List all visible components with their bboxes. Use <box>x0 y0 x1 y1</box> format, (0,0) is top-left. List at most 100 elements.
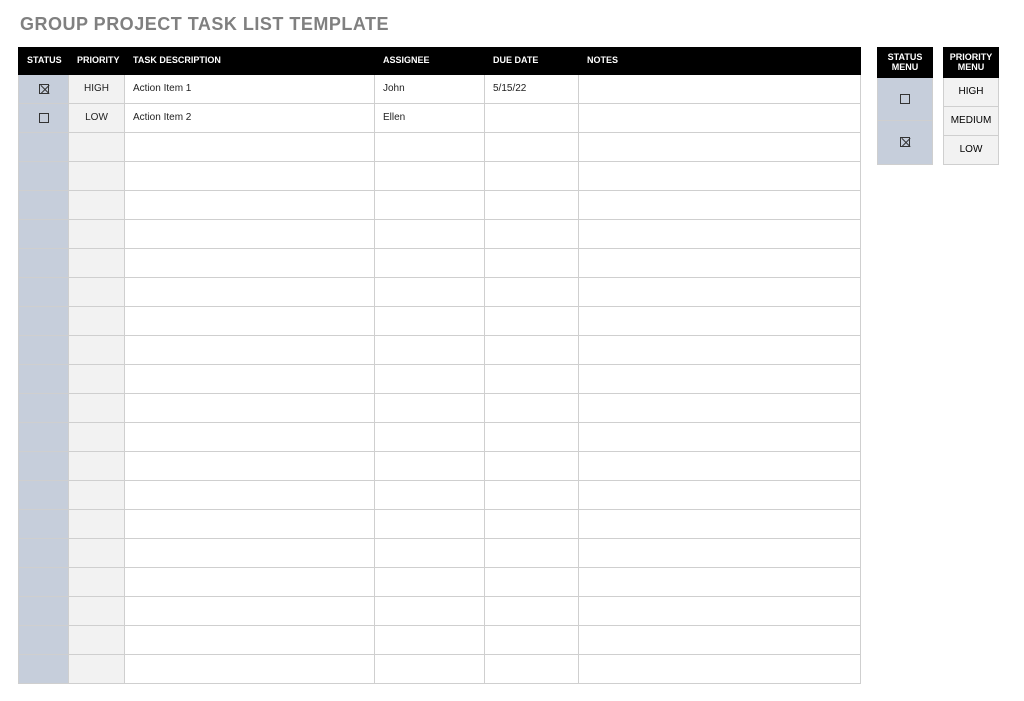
notes-cell[interactable] <box>579 74 861 103</box>
assignee-cell[interactable] <box>375 393 485 422</box>
due-cell[interactable] <box>485 451 579 480</box>
status-menu-option[interactable] <box>878 121 933 165</box>
notes-cell[interactable] <box>579 219 861 248</box>
priority-cell[interactable] <box>69 248 125 277</box>
due-cell[interactable] <box>485 277 579 306</box>
task-cell[interactable]: Action Item 1 <box>125 74 375 103</box>
priority-cell[interactable]: HIGH <box>69 74 125 103</box>
assignee-cell[interactable] <box>375 654 485 683</box>
assignee-cell[interactable] <box>375 277 485 306</box>
assignee-cell[interactable] <box>375 132 485 161</box>
task-cell[interactable] <box>125 654 375 683</box>
status-menu-option[interactable] <box>878 77 933 121</box>
notes-cell[interactable] <box>579 422 861 451</box>
priority-cell[interactable] <box>69 335 125 364</box>
assignee-cell[interactable] <box>375 509 485 538</box>
notes-cell[interactable] <box>579 625 861 654</box>
due-cell[interactable] <box>485 480 579 509</box>
assignee-cell[interactable] <box>375 306 485 335</box>
task-cell[interactable] <box>125 219 375 248</box>
priority-cell[interactable] <box>69 422 125 451</box>
priority-cell[interactable] <box>69 625 125 654</box>
notes-cell[interactable] <box>579 190 861 219</box>
status-cell[interactable] <box>19 248 69 277</box>
status-cell[interactable] <box>19 654 69 683</box>
priority-cell[interactable] <box>69 364 125 393</box>
assignee-cell[interactable] <box>375 190 485 219</box>
task-cell[interactable] <box>125 277 375 306</box>
notes-cell[interactable] <box>579 335 861 364</box>
status-cell[interactable] <box>19 625 69 654</box>
assignee-cell[interactable] <box>375 364 485 393</box>
due-cell[interactable] <box>485 538 579 567</box>
task-cell[interactable] <box>125 364 375 393</box>
status-cell[interactable] <box>19 451 69 480</box>
status-cell[interactable] <box>19 132 69 161</box>
notes-cell[interactable] <box>579 248 861 277</box>
checkbox-empty-icon[interactable] <box>39 113 49 123</box>
due-cell[interactable] <box>485 190 579 219</box>
notes-cell[interactable] <box>579 103 861 132</box>
assignee-cell[interactable] <box>375 335 485 364</box>
due-cell[interactable] <box>485 132 579 161</box>
status-cell[interactable] <box>19 480 69 509</box>
assignee-cell[interactable] <box>375 538 485 567</box>
notes-cell[interactable] <box>579 306 861 335</box>
due-cell[interactable] <box>485 335 579 364</box>
notes-cell[interactable] <box>579 654 861 683</box>
priority-menu-option[interactable]: MEDIUM <box>944 106 999 135</box>
assignee-cell[interactable] <box>375 567 485 596</box>
notes-cell[interactable] <box>579 509 861 538</box>
notes-cell[interactable] <box>579 393 861 422</box>
due-cell[interactable] <box>485 219 579 248</box>
priority-menu-option[interactable]: HIGH <box>944 77 999 106</box>
priority-cell[interactable] <box>69 219 125 248</box>
due-cell[interactable] <box>485 567 579 596</box>
notes-cell[interactable] <box>579 132 861 161</box>
priority-cell[interactable] <box>69 132 125 161</box>
due-cell[interactable]: 5/15/22 <box>485 74 579 103</box>
status-cell[interactable] <box>19 567 69 596</box>
status-cell[interactable] <box>19 161 69 190</box>
notes-cell[interactable] <box>579 277 861 306</box>
status-cell[interactable] <box>19 422 69 451</box>
task-cell[interactable] <box>125 306 375 335</box>
assignee-cell[interactable] <box>375 219 485 248</box>
due-cell[interactable] <box>485 625 579 654</box>
task-cell[interactable] <box>125 190 375 219</box>
priority-cell[interactable] <box>69 306 125 335</box>
due-cell[interactable] <box>485 654 579 683</box>
notes-cell[interactable] <box>579 538 861 567</box>
assignee-cell[interactable] <box>375 451 485 480</box>
checkbox-checked-icon[interactable] <box>39 84 49 94</box>
status-cell[interactable] <box>19 364 69 393</box>
task-cell[interactable] <box>125 393 375 422</box>
task-cell[interactable] <box>125 538 375 567</box>
assignee-cell[interactable] <box>375 161 485 190</box>
task-cell[interactable] <box>125 132 375 161</box>
due-cell[interactable] <box>485 364 579 393</box>
task-cell[interactable] <box>125 480 375 509</box>
assignee-cell[interactable] <box>375 625 485 654</box>
task-cell[interactable] <box>125 335 375 364</box>
status-cell[interactable] <box>19 306 69 335</box>
status-cell[interactable] <box>19 596 69 625</box>
due-cell[interactable] <box>485 248 579 277</box>
assignee-cell[interactable]: John <box>375 74 485 103</box>
status-cell[interactable] <box>19 74 69 103</box>
notes-cell[interactable] <box>579 480 861 509</box>
assignee-cell[interactable] <box>375 422 485 451</box>
assignee-cell[interactable]: Ellen <box>375 103 485 132</box>
priority-cell[interactable] <box>69 161 125 190</box>
priority-cell[interactable] <box>69 393 125 422</box>
status-cell[interactable] <box>19 393 69 422</box>
task-cell[interactable]: Action Item 2 <box>125 103 375 132</box>
assignee-cell[interactable] <box>375 480 485 509</box>
priority-cell[interactable] <box>69 596 125 625</box>
priority-cell[interactable] <box>69 654 125 683</box>
priority-cell[interactable] <box>69 538 125 567</box>
due-cell[interactable] <box>485 509 579 538</box>
priority-cell[interactable] <box>69 480 125 509</box>
task-cell[interactable] <box>125 509 375 538</box>
priority-cell[interactable]: LOW <box>69 103 125 132</box>
